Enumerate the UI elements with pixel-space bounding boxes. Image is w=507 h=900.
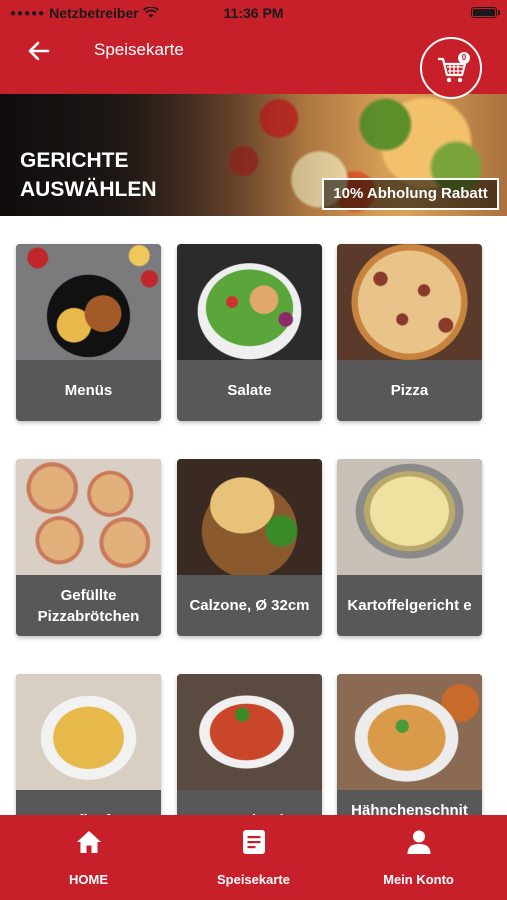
casserole-image <box>16 674 161 790</box>
pizza-rolls-image <box>16 459 161 575</box>
category-label: Menüs <box>64 382 113 399</box>
category-card-calzone[interactable]: Calzone, Ø 32cm <box>177 459 322 636</box>
battery-icon <box>471 7 500 18</box>
category-card-kartoffelgerichte[interactable]: Kartoffelgericht e <box>337 459 482 636</box>
status-bar: ●●●●● Netzbetreiber 11:36 PM <box>0 0 507 26</box>
calzone-image <box>177 459 322 575</box>
tab-mein-konto[interactable]: Mein Konto <box>334 815 503 900</box>
pizza-image <box>337 244 482 360</box>
potato-gratin-image <box>337 459 482 575</box>
cart-count-badge: 0 <box>458 52 470 64</box>
category-card-salate[interactable]: Salate <box>177 244 322 421</box>
cart-button[interactable]: 0 <box>420 37 482 99</box>
menu-list-icon <box>243 830 265 854</box>
hero-title-line1: GERICHTE <box>20 149 129 172</box>
category-label: Calzone, Ø 32cm <box>189 597 310 614</box>
tab-label: HOME <box>69 872 108 887</box>
category-card-pizzabroetchen[interactable]: Gefüllte Pizzabrötchen <box>16 459 161 636</box>
page-title: Speisekarte <box>94 40 184 59</box>
category-label: Pizza <box>390 382 429 399</box>
person-icon <box>407 830 431 854</box>
arrow-left-icon <box>28 41 50 61</box>
tab-speisekarte[interactable]: Speisekarte <box>169 815 338 900</box>
hero-title-line2: AUSWÄHLEN <box>20 178 157 201</box>
menus-image <box>16 244 161 360</box>
tab-label: Mein Konto <box>383 872 454 887</box>
pickup-discount-badge: 10% Abholung Rabatt <box>322 178 499 210</box>
tab-label: Speisekarte <box>217 872 290 887</box>
bottom-tab-bar: HOME Speisekarte Mein Konto <box>0 815 507 900</box>
tab-home[interactable]: HOME <box>4 815 173 900</box>
category-card-pizza[interactable]: Pizza <box>337 244 482 421</box>
chicken-schnitzel-image <box>337 674 482 790</box>
hero-title: GERICHTE AUSWÄHLEN <box>20 146 240 204</box>
spaghetti-image <box>177 674 322 790</box>
clock: 11:36 PM <box>223 5 284 21</box>
category-label: Gefüllte Pizzabrötchen <box>37 586 140 625</box>
home-icon <box>77 831 101 853</box>
category-label: Salate <box>227 382 272 399</box>
salad-image <box>177 244 322 360</box>
category-card-menus[interactable]: Menüs <box>16 244 161 421</box>
category-label: Kartoffelgericht e <box>347 597 472 614</box>
back-button[interactable] <box>26 38 52 64</box>
